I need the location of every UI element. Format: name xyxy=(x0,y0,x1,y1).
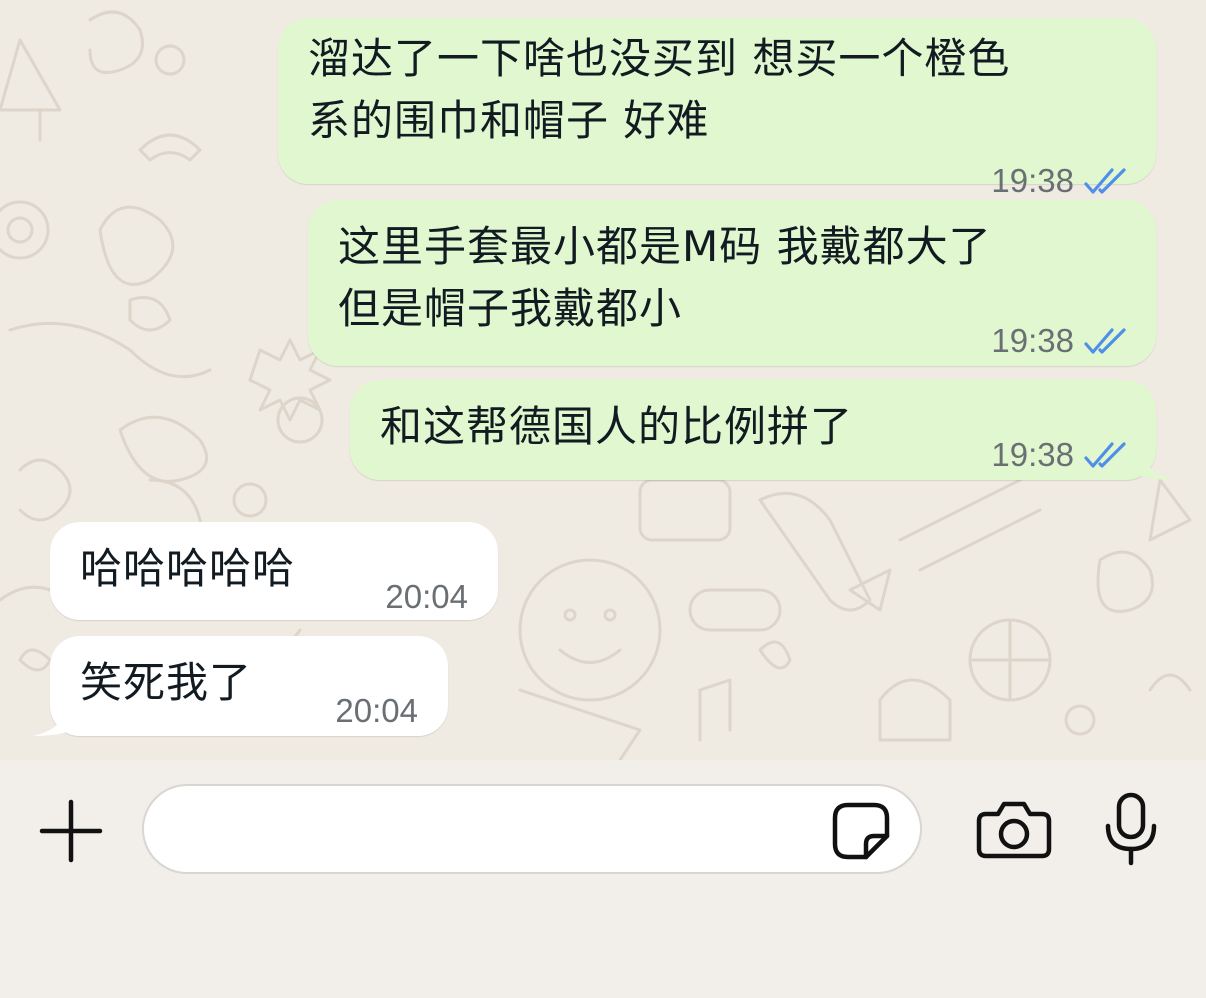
message-text: 和这帮德国人的比例拼了 xyxy=(380,402,854,451)
message-text: 笑死我了 xyxy=(80,658,253,707)
message-time: 19:38 xyxy=(991,322,1074,359)
read-ticks-icon xyxy=(1084,328,1126,354)
message-meta: 19:38 xyxy=(991,310,1130,372)
microphone-icon[interactable] xyxy=(1104,792,1158,866)
message-meta: 20:04 xyxy=(335,680,418,742)
camera-icon[interactable] xyxy=(976,800,1052,860)
read-ticks-icon xyxy=(1084,168,1126,194)
chat-area: 溜达了一下啥也没买到 想买一个橙色 系的围巾和帽子 好难 19:38 这里手套最… xyxy=(0,0,1206,760)
message-bubble-outgoing[interactable]: 溜达了一下啥也没买到 想买一个橙色 系的围巾和帽子 好难 19:38 xyxy=(278,18,1156,199)
message-meta: 19:38 xyxy=(991,424,1130,486)
message-bubble-outgoing[interactable]: 这里手套最小都是M码 我戴都大了 但是帽子我戴都小 19:38 xyxy=(308,200,1156,366)
message-bubble-incoming[interactable]: 笑死我了 20:04 xyxy=(50,636,448,736)
message-meta: 20:04 xyxy=(385,566,468,628)
message-bubble-outgoing[interactable]: 和这帮德国人的比例拼了 19:38 xyxy=(350,380,1156,480)
message-text: 溜达了一下啥也没买到 想买一个橙色 系的围巾和帽子 好难 xyxy=(308,34,1011,145)
message-time: 20:04 xyxy=(335,692,418,729)
bubble-tail-incoming xyxy=(32,696,72,736)
message-bubble-incoming[interactable]: 哈哈哈哈哈 20:04 xyxy=(50,522,498,620)
message-time: 19:38 xyxy=(991,436,1074,473)
message-input[interactable] xyxy=(142,784,922,874)
bubble-tail-outgoing xyxy=(1136,440,1176,480)
plus-icon[interactable] xyxy=(38,798,104,864)
read-ticks-icon xyxy=(1084,442,1126,468)
message-time: 20:04 xyxy=(385,578,468,615)
sticker-icon[interactable] xyxy=(832,802,890,860)
message-text: 哈哈哈哈哈 xyxy=(80,544,296,593)
